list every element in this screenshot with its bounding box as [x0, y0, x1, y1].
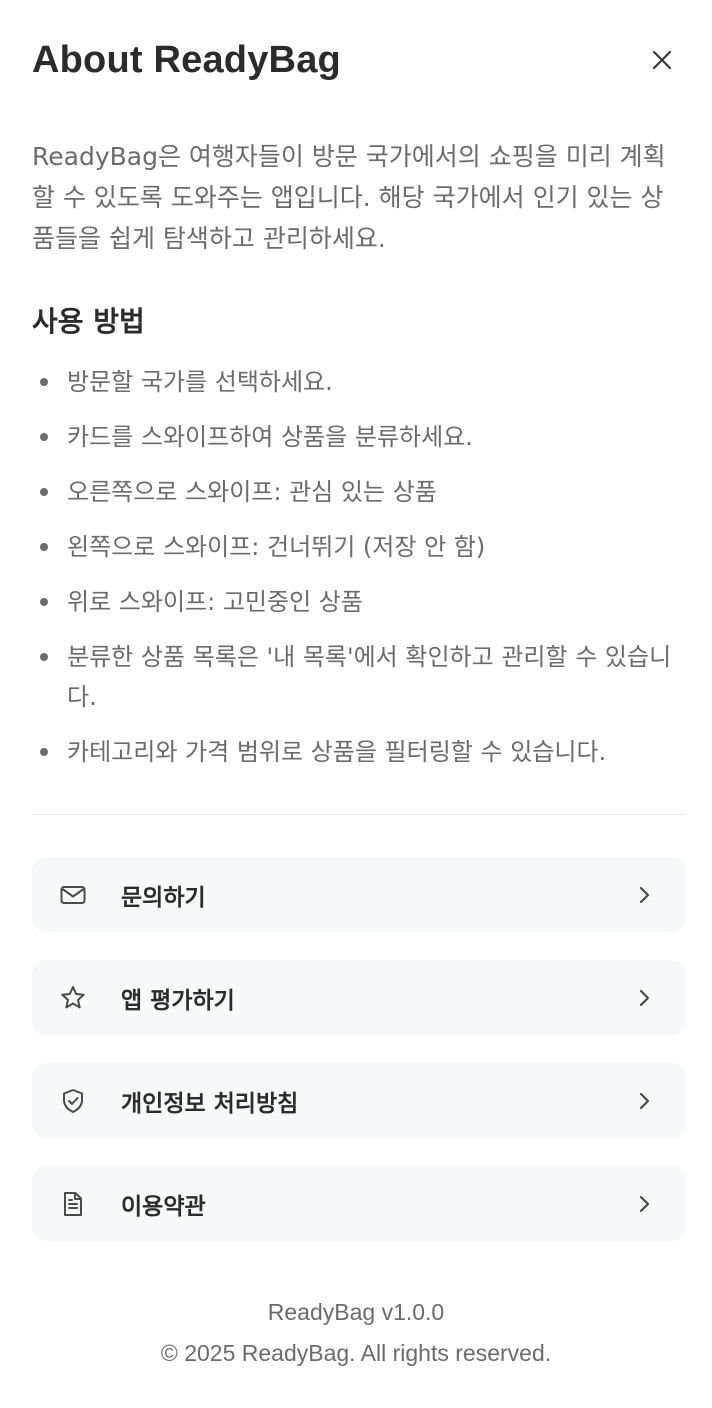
- howto-item: 카테고리와 가격 범위로 상품을 필터링할 수 있습니다.: [32, 732, 692, 772]
- header: About ReadyBag: [32, 34, 686, 90]
- star-icon: [59, 984, 87, 1012]
- menu-item-label: 앱 평가하기: [121, 987, 235, 1014]
- rate-app-button[interactable]: 앱 평가하기: [32, 960, 686, 1035]
- menu-item-label: 이용약관: [121, 1193, 206, 1220]
- page-title: About ReadyBag: [32, 39, 341, 81]
- privacy-policy-button[interactable]: 개인정보 처리방침: [32, 1063, 686, 1138]
- howto-item-text: 방문할 국가를 선택하세요.: [67, 368, 333, 396]
- chevron-right-icon: [639, 1195, 650, 1213]
- bullet: [40, 543, 48, 551]
- close-icon: [652, 50, 672, 70]
- howto-item-text: 분류한 상품 목록은 '내 목록'에서 확인하고 관리할 수 있습니다.: [67, 643, 672, 711]
- howto-item-text: 왼쪽으로 스와이프: 건너뛰기 (저장 안 함): [67, 533, 486, 561]
- divider: [32, 814, 686, 815]
- howto-list: 방문할 국가를 선택하세요. 카드를 스와이프하여 상품을 분류하세요. 오른쪽…: [32, 362, 692, 787]
- howto-item: 방문할 국가를 선택하세요.: [32, 362, 692, 402]
- chevron-right-icon: [639, 886, 650, 904]
- howto-title: 사용 방법: [32, 305, 145, 338]
- bullet: [40, 378, 48, 386]
- howto-item: 위로 스와이프: 고민중인 상품: [32, 582, 692, 622]
- howto-item-text: 위로 스와이프: 고민중인 상품: [67, 588, 363, 616]
- mail-icon: [59, 881, 87, 909]
- howto-item: 카드를 스와이프하여 상품을 분류하세요.: [32, 417, 692, 457]
- close-button[interactable]: [646, 44, 678, 76]
- bullet: [40, 488, 48, 496]
- copyright: © 2025 ReadyBag. All rights reserved.: [160, 1340, 552, 1366]
- chevron-right-icon: [639, 989, 650, 1007]
- footer: ReadyBag v1.0.0 © 2025 ReadyBag. All rig…: [0, 1292, 712, 1374]
- howto-item-text: 카드를 스와이프하여 상품을 분류하세요.: [67, 423, 473, 451]
- intro-text: ReadyBag은 여행자들이 방문 국가에서의 쇼핑을 미리 계획할 수 있도…: [32, 142, 666, 253]
- bullet: [40, 433, 48, 441]
- menu-item-label: 개인정보 처리방침: [121, 1090, 299, 1117]
- howto-item-text: 오른쪽으로 스와이프: 관심 있는 상품: [67, 478, 437, 506]
- bullet: [40, 598, 48, 606]
- menu-list: 문의하기 앱 평가하기 개인정보 처리방침 이용약관: [32, 857, 686, 1269]
- document-icon: [59, 1190, 87, 1218]
- contact-button[interactable]: 문의하기: [32, 857, 686, 932]
- terms-button[interactable]: 이용약관: [32, 1166, 686, 1241]
- app-version: ReadyBag v1.0.0: [267, 1299, 445, 1325]
- howto-item: 분류한 상품 목록은 '내 목록'에서 확인하고 관리할 수 있습니다.: [32, 637, 692, 717]
- bullet: [40, 653, 48, 661]
- shield-check-icon: [59, 1087, 87, 1115]
- menu-item-label: 문의하기: [121, 884, 206, 911]
- howto-item: 왼쪽으로 스와이프: 건너뛰기 (저장 안 함): [32, 527, 692, 567]
- about-panel: About ReadyBag ReadyBag은 여행자들이 방문 국가에서의 …: [0, 0, 712, 1408]
- howto-item: 오른쪽으로 스와이프: 관심 있는 상품: [32, 472, 692, 512]
- chevron-right-icon: [639, 1092, 650, 1110]
- bullet: [40, 748, 48, 756]
- howto-item-text: 카테고리와 가격 범위로 상품을 필터링할 수 있습니다.: [67, 738, 607, 766]
